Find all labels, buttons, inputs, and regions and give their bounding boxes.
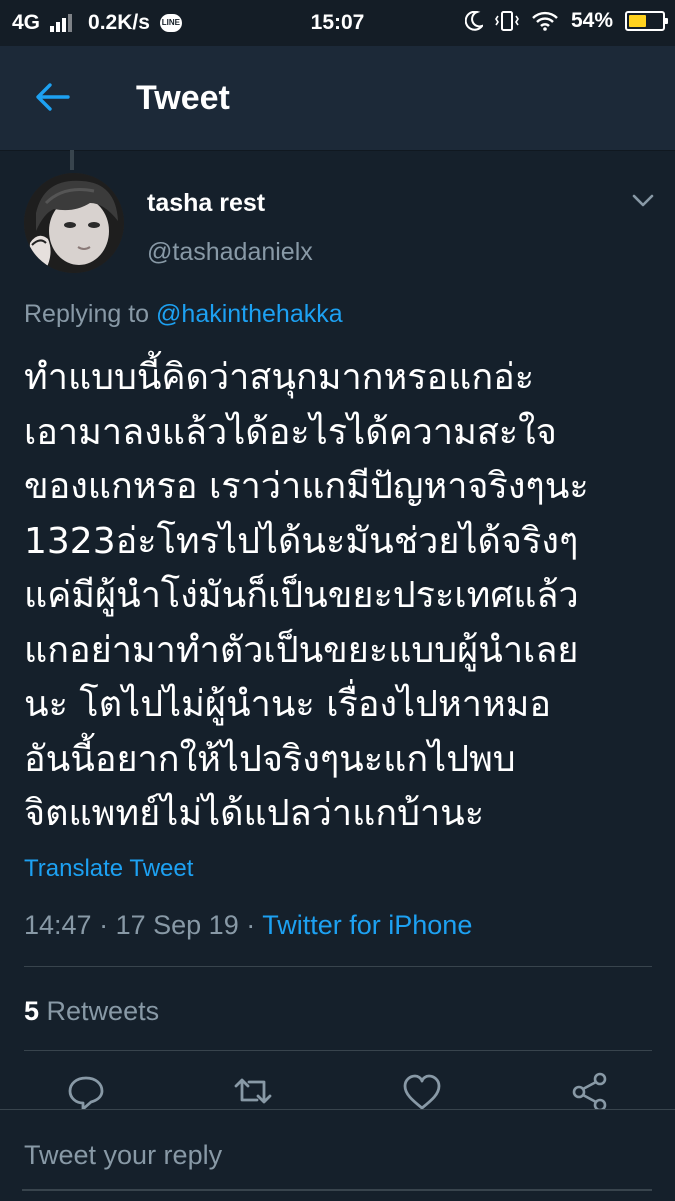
replying-prefix: Replying to bbox=[24, 300, 150, 328]
app-bar: Tweet bbox=[0, 46, 675, 151]
share-icon[interactable] bbox=[570, 1072, 610, 1110]
action-bar bbox=[0, 1072, 675, 1110]
battery-fill bbox=[629, 15, 647, 27]
tweet-text-line: ทำแบบนี้คิดว่าสนุกมากหรอแกอ่ะ bbox=[24, 357, 535, 398]
tweet-text-line: นะ โตไปไม่ผู้นำนะ เรื่องไปหาหมอ bbox=[24, 684, 552, 725]
status-bar: 4G 0.2K/s LINE 15:07 54% bbox=[0, 0, 675, 46]
divider bbox=[24, 966, 652, 967]
translate-tweet-link[interactable]: Translate Tweet bbox=[24, 855, 193, 883]
tweet-text: ทำแบบนี้คิดว่าสนุกมากหรอแกอ่ะ เอามาลงแล้… bbox=[24, 351, 654, 842]
retweet-label: Retweets bbox=[46, 996, 160, 1026]
battery-percent: 54% bbox=[570, 9, 613, 32]
tweet-text-line: อันนี้อยากให้ไปจริงๆนะแกไปพบ bbox=[24, 738, 516, 780]
retweet-icon[interactable] bbox=[233, 1072, 273, 1110]
tweet-text-line: จิตแพทย์ไม่ได้แปลว่าแกบ้านะ bbox=[24, 793, 485, 834]
reply-mention-link[interactable]: @hakinthehakka bbox=[156, 300, 343, 328]
back-arrow-icon[interactable] bbox=[34, 82, 70, 112]
tweet-text-line: 1323อ่ะโทรไปได้นะมันช่วยได้จริงๆ bbox=[24, 520, 579, 562]
wifi-icon bbox=[532, 11, 558, 31]
reply-input-underline bbox=[22, 1189, 652, 1191]
battery-icon bbox=[625, 11, 668, 31]
tweet-time: 14:47 bbox=[24, 910, 92, 940]
retweet-stats[interactable]: 5 Retweets bbox=[24, 996, 159, 1027]
reply-bar bbox=[0, 1109, 675, 1201]
comment-icon[interactable] bbox=[66, 1072, 106, 1110]
tweet-text-line: แค่มีผู้นำโง่มันก็เป็นขยะประเทศแล้ว bbox=[24, 575, 579, 616]
display-name[interactable]: tasha rest bbox=[147, 189, 265, 218]
tweet-text-line: เอามาลงแล้วได้อะไรได้ความสะใจ bbox=[24, 411, 557, 453]
retweet-count: 5 bbox=[24, 996, 40, 1026]
tweet-reply-input[interactable] bbox=[22, 1110, 656, 1201]
heart-icon[interactable] bbox=[402, 1072, 442, 1110]
avatar[interactable] bbox=[24, 173, 124, 273]
tweet-text-line: แกอย่ามาทำตัวเป็นขยะแบบผู้นำเลย bbox=[24, 629, 579, 671]
divider bbox=[24, 1050, 652, 1051]
user-handle[interactable]: @tashadanielx bbox=[147, 238, 313, 267]
meta-separator: · bbox=[246, 910, 256, 940]
page-title: Tweet bbox=[136, 79, 230, 117]
thread-connector-line bbox=[70, 150, 74, 170]
replying-to: Replying to @hakinthehakka bbox=[24, 300, 343, 329]
status-right: 54% bbox=[464, 9, 668, 33]
tweet-meta: 14:47 · 17 Sep 19 · Twitter for iPhone bbox=[24, 910, 472, 941]
moon-icon bbox=[464, 11, 483, 31]
meta-separator: · bbox=[99, 910, 109, 940]
vibrate-icon bbox=[495, 11, 519, 31]
tweet-text-line: ของแกหรอ เราว่าแกมีปัญหาจริงๆนะ bbox=[24, 466, 589, 507]
tweet-source-link[interactable]: Twitter for iPhone bbox=[262, 910, 472, 940]
tweet-date: 17 Sep 19 bbox=[115, 910, 239, 940]
chevron-down-icon[interactable] bbox=[632, 194, 654, 208]
avatar-image bbox=[24, 173, 124, 273]
